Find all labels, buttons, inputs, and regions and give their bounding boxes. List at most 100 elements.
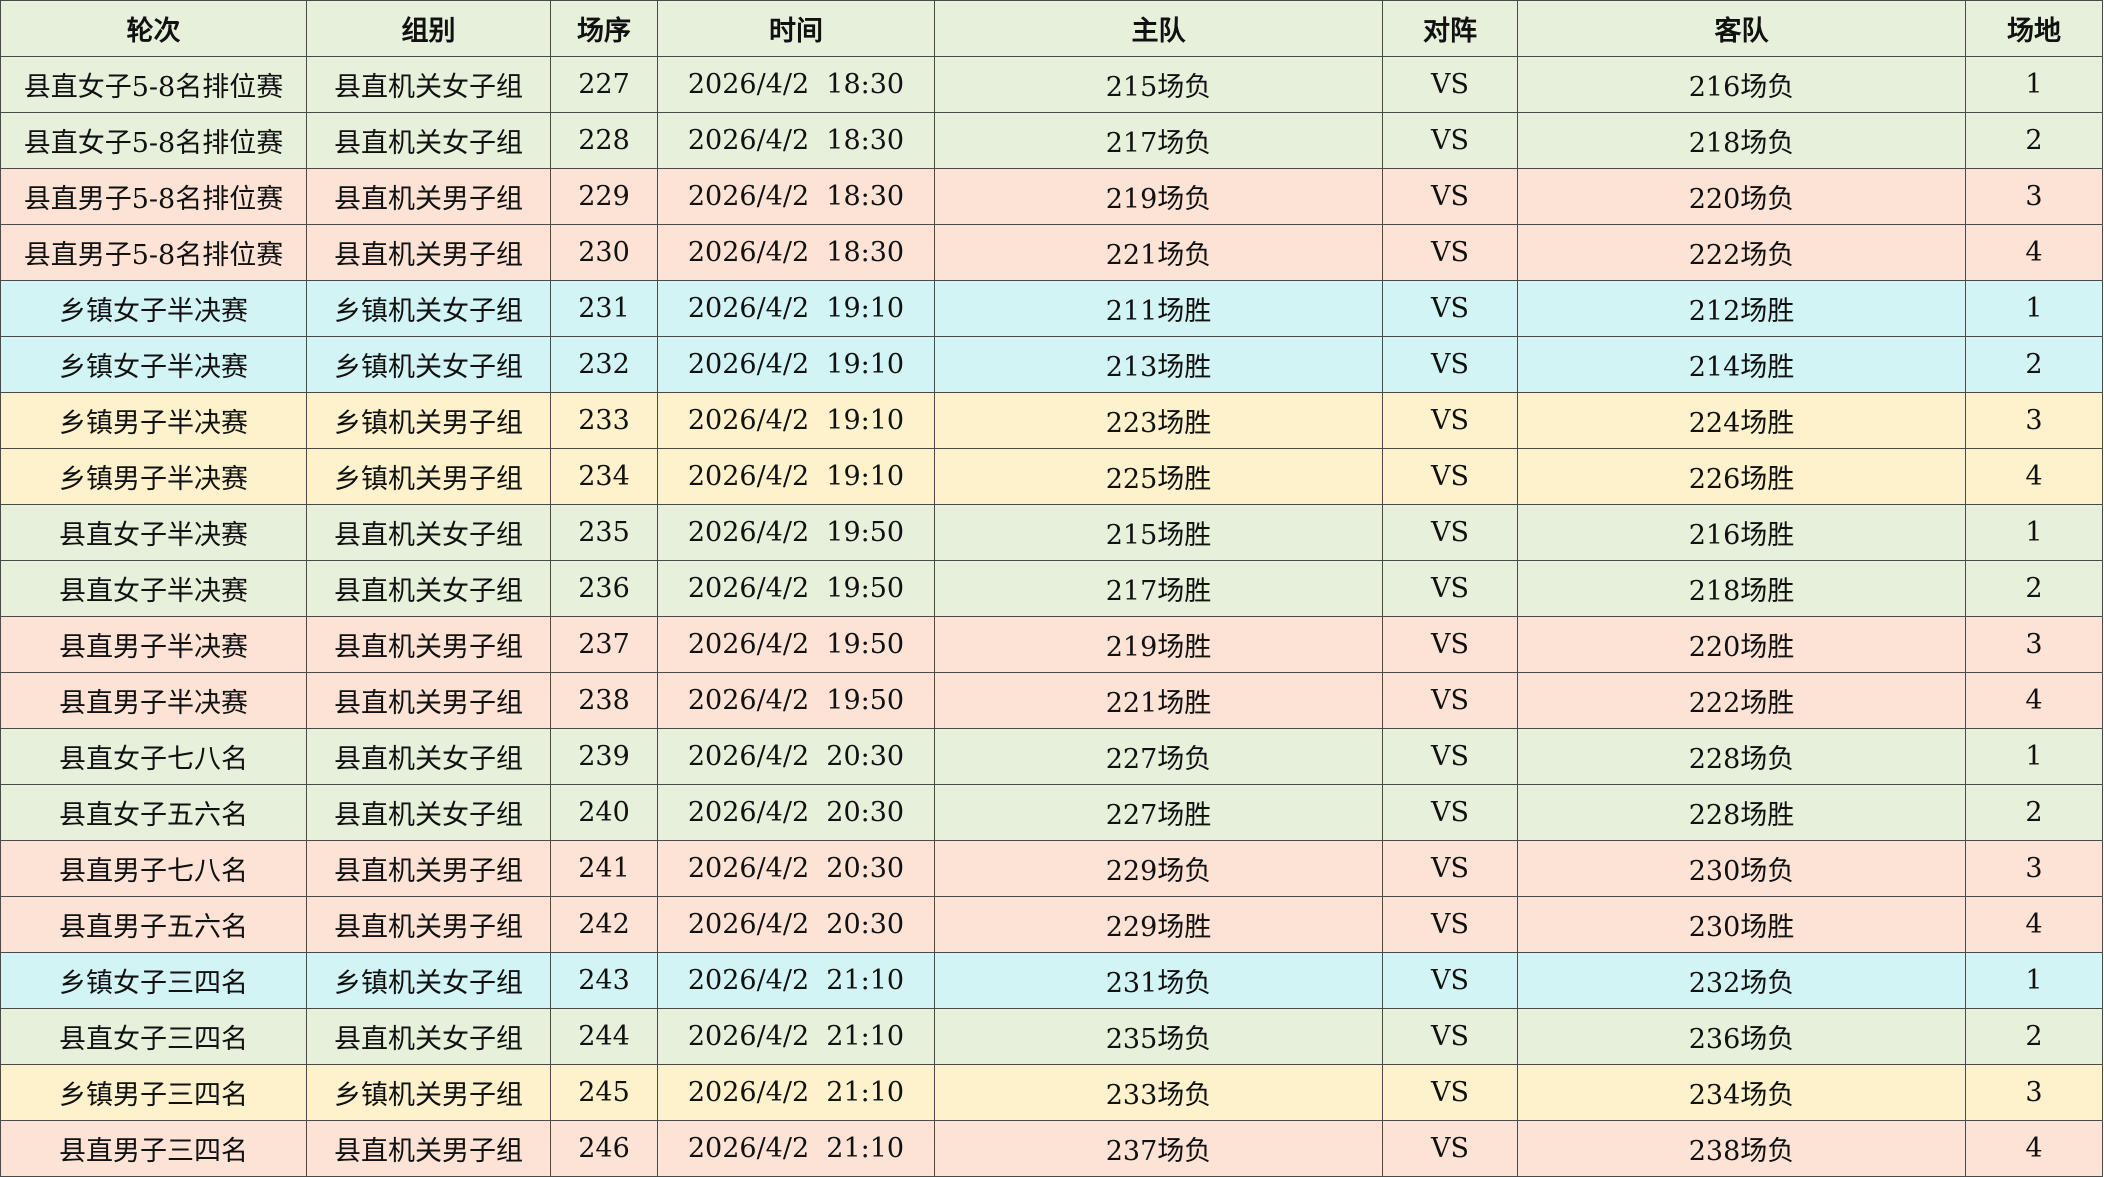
cell-round: 乡镇女子半决赛 [0, 336, 307, 393]
table-row: 县直女子五六名 县直机关女子组 240 2026/4/2 20:30 227场胜 VS 22… [0, 784, 2103, 841]
cell-home-team: 227场胜 [934, 784, 1383, 841]
cell-away-team: 214场胜 [1517, 336, 1966, 393]
table-row: 县直男子三四名 县直机关男子组 246 2026/4/2 21:10 237场负 VS 23… [0, 1120, 2103, 1177]
cell-court: 2 [1965, 112, 2103, 169]
cell-group: 县直机关男子组 [306, 896, 551, 953]
cell-round: 县直女子三四名 [0, 1008, 307, 1065]
cell-court: 3 [1965, 616, 2103, 673]
cell-vs: VS [1382, 280, 1518, 337]
cell-match-no: 237 [550, 616, 658, 673]
table-row: 县直女子5-8名排位赛 县直机关女子组 228 2026/4/2 18:30 217场负… [0, 112, 2103, 169]
cell-match-no: 234 [550, 448, 658, 505]
cell-away-team: 220场负 [1517, 168, 1966, 225]
cell-time: 2026/4/2 20:30 [657, 896, 935, 953]
table-body: 县直女子5-8名排位赛 县直机关女子组 227 2026/4/2 18:30 215场负… [0, 56, 2103, 1177]
cell-group: 乡镇机关男子组 [306, 1064, 551, 1121]
cell-vs: VS [1382, 784, 1518, 841]
cell-time: 2026/4/2 21:10 [657, 1008, 935, 1065]
cell-group: 乡镇机关女子组 [306, 280, 551, 337]
cell-home-team: 225场胜 [934, 448, 1383, 505]
cell-home-team: 231场负 [934, 952, 1383, 1009]
cell-vs: VS [1382, 392, 1518, 449]
cell-away-team: 224场胜 [1517, 392, 1966, 449]
cell-court: 2 [1965, 784, 2103, 841]
cell-away-team: 226场胜 [1517, 448, 1966, 505]
header-court: 场地 [1965, 0, 2103, 57]
cell-home-team: 237场负 [934, 1120, 1383, 1177]
cell-away-team: 234场负 [1517, 1064, 1966, 1121]
cell-match-no: 235 [550, 504, 658, 561]
cell-vs: VS [1382, 224, 1518, 281]
cell-round: 县直女子5-8名排位赛 [0, 112, 307, 169]
cell-group: 县直机关男子组 [306, 616, 551, 673]
cell-group: 县直机关女子组 [306, 560, 551, 617]
cell-round: 县直女子七八名 [0, 728, 307, 785]
cell-round: 乡镇女子三四名 [0, 952, 307, 1009]
cell-group: 县直机关女子组 [306, 728, 551, 785]
cell-match-no: 227 [550, 56, 658, 113]
cell-round: 县直女子五六名 [0, 784, 307, 841]
cell-round: 县直女子5-8名排位赛 [0, 56, 307, 113]
cell-group: 县直机关男子组 [306, 224, 551, 281]
header-away: 客队 [1517, 0, 1966, 57]
cell-group: 县直机关女子组 [306, 1008, 551, 1065]
table-row: 县直男子七八名 县直机关男子组 241 2026/4/2 20:30 229场负 VS 23… [0, 840, 2103, 897]
cell-round: 县直男子三四名 [0, 1120, 307, 1177]
cell-away-team: 230场负 [1517, 840, 1966, 897]
cell-time: 2026/4/2 21:10 [657, 952, 935, 1009]
cell-time: 2026/4/2 18:30 [657, 56, 935, 113]
cell-court: 3 [1965, 392, 2103, 449]
cell-group: 县直机关男子组 [306, 1120, 551, 1177]
cell-time: 2026/4/2 19:10 [657, 280, 935, 337]
cell-away-team: 222场负 [1517, 224, 1966, 281]
cell-vs: VS [1382, 336, 1518, 393]
cell-home-team: 223场胜 [934, 392, 1383, 449]
cell-time: 2026/4/2 20:30 [657, 840, 935, 897]
cell-time: 2026/4/2 19:10 [657, 448, 935, 505]
cell-time: 2026/4/2 18:30 [657, 224, 935, 281]
cell-time: 2026/4/2 19:50 [657, 560, 935, 617]
cell-home-team: 229场胜 [934, 896, 1383, 953]
cell-group: 县直机关男子组 [306, 840, 551, 897]
cell-vs: VS [1382, 112, 1518, 169]
cell-court: 1 [1965, 952, 2103, 1009]
cell-round: 县直女子半决赛 [0, 504, 307, 561]
table-row: 县直女子七八名 县直机关女子组 239 2026/4/2 20:30 227场负 VS 22… [0, 728, 2103, 785]
table-row: 乡镇男子半决赛 乡镇机关男子组 234 2026/4/2 19:10 225场胜 VS 22… [0, 448, 2103, 505]
cell-home-team: 221场胜 [934, 672, 1383, 729]
cell-group: 县直机关女子组 [306, 112, 551, 169]
cell-vs: VS [1382, 504, 1518, 561]
cell-home-team: 235场负 [934, 1008, 1383, 1065]
cell-round: 乡镇男子半决赛 [0, 392, 307, 449]
table-row: 县直男子5-8名排位赛 县直机关男子组 230 2026/4/2 18:30 221场负… [0, 224, 2103, 281]
cell-court: 1 [1965, 56, 2103, 113]
cell-group: 县直机关女子组 [306, 784, 551, 841]
header-match-no: 场序 [550, 0, 658, 57]
cell-match-no: 228 [550, 112, 658, 169]
cell-away-team: 218场胜 [1517, 560, 1966, 617]
cell-court: 1 [1965, 280, 2103, 337]
cell-group: 乡镇机关女子组 [306, 336, 551, 393]
table-row: 县直男子五六名 县直机关男子组 242 2026/4/2 20:30 229场胜 VS 23… [0, 896, 2103, 953]
cell-vs: VS [1382, 672, 1518, 729]
cell-time: 2026/4/2 21:10 [657, 1064, 935, 1121]
cell-match-no: 229 [550, 168, 658, 225]
cell-time: 2026/4/2 19:50 [657, 504, 935, 561]
cell-court: 4 [1965, 896, 2103, 953]
cell-time: 2026/4/2 18:30 [657, 168, 935, 225]
cell-group: 乡镇机关男子组 [306, 392, 551, 449]
cell-home-team: 221场负 [934, 224, 1383, 281]
header-time: 时间 [657, 0, 935, 57]
cell-court: 4 [1965, 672, 2103, 729]
cell-match-no: 233 [550, 392, 658, 449]
table-row: 县直男子半决赛 县直机关男子组 238 2026/4/2 19:50 221场胜 VS 22… [0, 672, 2103, 729]
cell-away-team: 212场胜 [1517, 280, 1966, 337]
cell-away-team: 228场胜 [1517, 784, 1966, 841]
cell-court: 2 [1965, 560, 2103, 617]
table-row: 乡镇男子半决赛 乡镇机关男子组 233 2026/4/2 19:10 223场胜 VS 22… [0, 392, 2103, 449]
cell-time: 2026/4/2 20:30 [657, 784, 935, 841]
cell-match-no: 232 [550, 336, 658, 393]
cell-time: 2026/4/2 19:50 [657, 616, 935, 673]
table-row: 乡镇女子三四名 乡镇机关女子组 243 2026/4/2 21:10 231场负 VS 23… [0, 952, 2103, 1009]
cell-match-no: 231 [550, 280, 658, 337]
